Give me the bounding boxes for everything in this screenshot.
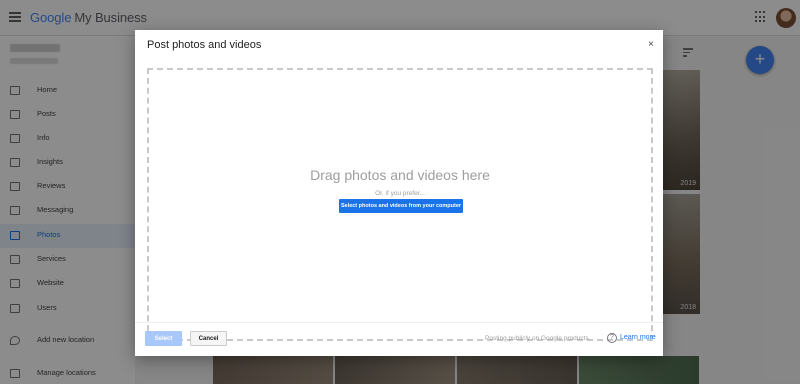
posting-publicly-note: Posting publicly on Google products [485, 335, 589, 342]
drop-zone-heading: Drag photos and videos here [310, 167, 490, 183]
drop-zone[interactable]: Drag photos and videos here Or, if you p… [147, 68, 653, 341]
footer-divider [135, 322, 663, 323]
post-photos-dialog: Post photos and videos × Drag photos and… [135, 30, 663, 356]
select-from-computer-button[interactable]: Select photos and videos from your compu… [339, 199, 463, 213]
help-icon[interactable]: ? [607, 333, 617, 343]
dialog-title: Post photos and videos [147, 39, 262, 51]
drop-zone-alt-text: Or, if you prefer... [375, 190, 425, 197]
learn-more-link[interactable]: Learn more [620, 334, 656, 341]
close-icon[interactable]: × [648, 39, 654, 50]
cancel-button[interactable]: Cancel [190, 331, 227, 346]
select-button[interactable]: Select [145, 331, 182, 346]
